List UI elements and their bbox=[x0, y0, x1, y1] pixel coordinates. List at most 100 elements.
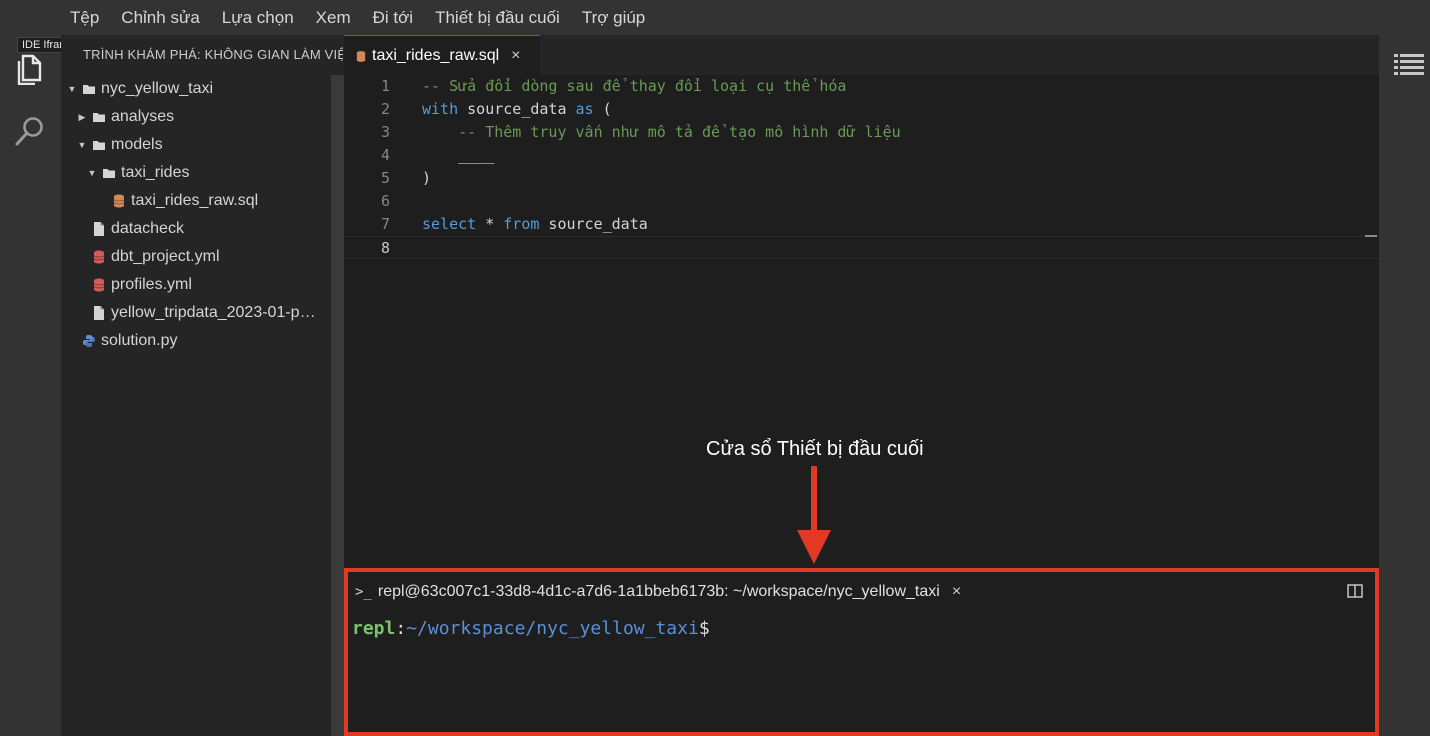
code-comment: -- Sửa đổi dòng sau để thay đổi loại cụ … bbox=[422, 77, 847, 95]
explorer-sidebar: TRÌNH KHÁM PHÁ: KHÔNG GIAN LÀM VIỆC ▼ ny… bbox=[61, 35, 343, 736]
tree-item-label: yellow_tripdata_2023-01-p… bbox=[111, 304, 316, 321]
menu-go[interactable]: Đi tới bbox=[362, 3, 424, 33]
chevron-right-icon: ▶ bbox=[78, 111, 86, 122]
tree-folder-analyses[interactable]: ▶ analyses bbox=[77, 104, 175, 130]
code-line: 4 ____ bbox=[344, 144, 1379, 167]
files-icon[interactable] bbox=[14, 53, 44, 85]
code-text: select * from source_data bbox=[422, 213, 648, 236]
folder-icon bbox=[93, 141, 105, 150]
tree-item-label: taxi_rides bbox=[121, 164, 190, 181]
code-line: 7 select * from source_data bbox=[344, 213, 1379, 236]
menu-bar: Tệp Chỉnh sửa Lựa chọn Xem Đi tới Thiết … bbox=[0, 0, 1430, 35]
right-panel-bar bbox=[1379, 35, 1430, 736]
tree-file-dbt-project-yml[interactable]: dbt_project.yml bbox=[93, 244, 220, 270]
tree-item-label: solution.py bbox=[101, 332, 178, 349]
tree-file-solution-py[interactable]: solution.py bbox=[83, 328, 178, 354]
tree-item-label: dbt_project.yml bbox=[111, 248, 220, 265]
menu-help[interactable]: Trợ giúp bbox=[571, 3, 656, 33]
tree-file-yellow-tripdata[interactable]: yellow_tripdata_2023-01-p… bbox=[93, 300, 316, 326]
tab-close-icon[interactable]: × bbox=[511, 47, 520, 65]
folder-icon bbox=[93, 113, 105, 122]
file-icon bbox=[94, 306, 104, 320]
folder-icon bbox=[103, 169, 115, 178]
code-identifier: source_data bbox=[539, 215, 648, 233]
terminal-tab-title[interactable]: repl@63c007c1-33d8-4d1c-a7d6-1a1bbeb6173… bbox=[378, 583, 940, 601]
activity-bar: IDE Iframe bbox=[0, 35, 80, 736]
terminal-close-icon[interactable]: × bbox=[952, 583, 961, 601]
terminal-tabs: >_ repl@63c007c1-33d8-4d1c-a7d6-1a1bbeb6… bbox=[348, 572, 1375, 612]
prompt-user: repl bbox=[352, 618, 396, 639]
tree-item-label: models bbox=[111, 136, 163, 153]
code-identifier: * bbox=[476, 215, 504, 233]
database-icon bbox=[356, 50, 366, 62]
file-icon bbox=[94, 222, 104, 236]
tree-item-label: datacheck bbox=[111, 220, 184, 237]
code-keyword: as bbox=[575, 100, 594, 118]
code-editor[interactable]: 1 -- Sửa đổi dòng sau để thay đổi loại c… bbox=[344, 75, 1379, 305]
prompt-separator: : bbox=[395, 618, 407, 639]
database-icon bbox=[93, 278, 105, 292]
menu-selection[interactable]: Lựa chọn bbox=[211, 3, 305, 33]
code-line: 6 bbox=[344, 190, 1379, 213]
folder-icon bbox=[83, 85, 95, 94]
tree-folder-nyc-yellow-taxi[interactable]: ▼ nyc_yellow_taxi bbox=[67, 76, 214, 102]
arrow-down-icon bbox=[797, 466, 831, 564]
menu-view[interactable]: Xem bbox=[305, 3, 362, 33]
menu-terminal[interactable]: Thiết bị đầu cuối bbox=[424, 3, 571, 33]
editor-tabs: taxi_rides_raw.sql × bbox=[344, 35, 1379, 76]
search-icon[interactable] bbox=[14, 115, 46, 147]
chevron-down-icon: ▼ bbox=[87, 168, 97, 178]
list-icon[interactable] bbox=[1394, 53, 1424, 77]
code-keyword: from bbox=[503, 215, 540, 233]
menu-edit[interactable]: Chỉnh sửa bbox=[110, 3, 210, 33]
database-icon bbox=[93, 250, 105, 264]
chevron-down-icon: ▼ bbox=[67, 84, 77, 94]
prompt-path: ~/workspace/nyc_yellow_taxi bbox=[406, 618, 699, 639]
code-line: 1 -- Sửa đổi dòng sau để thay đổi loại c… bbox=[344, 75, 1379, 98]
menu-file[interactable]: Tệp bbox=[59, 3, 110, 33]
line-number: 4 bbox=[380, 146, 390, 164]
explorer-title: TRÌNH KHÁM PHÁ: KHÔNG GIAN LÀM VIỆC bbox=[83, 47, 343, 62]
code-line: 3 -- Thêm truy vấn như mô tả để tạo mô h… bbox=[344, 121, 1379, 144]
tree-file-datacheck[interactable]: datacheck bbox=[93, 216, 184, 242]
code-placeholder: ____ bbox=[422, 146, 495, 164]
code-line: 5 ) bbox=[344, 167, 1379, 190]
scrollbar-marker bbox=[1365, 235, 1377, 237]
line-number: 3 bbox=[380, 123, 390, 141]
code-line: 2 with source_data as ( bbox=[344, 98, 1379, 121]
tree-item-label: taxi_rides_raw.sql bbox=[131, 192, 259, 209]
tree-folder-models[interactable]: ▼ models bbox=[77, 132, 163, 158]
tree-file-profiles-yml[interactable]: profiles.yml bbox=[93, 272, 192, 298]
code-keyword: select bbox=[422, 215, 477, 233]
line-number: 6 bbox=[380, 192, 390, 210]
line-number: 5 bbox=[380, 169, 390, 187]
prompt-symbol: $ bbox=[698, 618, 710, 639]
terminal-panel[interactable]: >_ repl@63c007c1-33d8-4d1c-a7d6-1a1bbeb6… bbox=[344, 568, 1379, 736]
tab-taxi-rides-raw-sql[interactable]: taxi_rides_raw.sql × bbox=[344, 35, 540, 76]
terminal-prompt[interactable]: repl:~/workspace/nyc_yellow_taxi$ bbox=[352, 618, 710, 639]
code-punct: ) bbox=[422, 169, 432, 187]
tab-label: taxi_rides_raw.sql bbox=[372, 47, 500, 64]
chevron-down-icon: ▼ bbox=[77, 140, 87, 150]
code-keyword: with bbox=[422, 100, 459, 118]
tree-item-label: nyc_yellow_taxi bbox=[101, 80, 214, 97]
terminal-icon: >_ bbox=[355, 584, 372, 600]
line-number: 7 bbox=[380, 215, 390, 233]
line-number: 1 bbox=[380, 77, 390, 95]
split-terminal-icon[interactable] bbox=[1347, 584, 1363, 598]
tree-item-label: analyses bbox=[111, 108, 175, 125]
code-line-current: 8 bbox=[344, 236, 1379, 259]
tree-item-label: profiles.yml bbox=[111, 276, 192, 293]
tree-folder-taxi-rides[interactable]: ▼ taxi_rides bbox=[87, 160, 190, 186]
tree-file-taxi-rides-raw-sql[interactable]: taxi_rides_raw.sql bbox=[113, 188, 258, 214]
python-icon bbox=[83, 335, 95, 347]
code-text: with source_data as ( bbox=[422, 98, 612, 121]
code-identifier: source_data bbox=[458, 100, 576, 118]
line-number: 2 bbox=[380, 100, 390, 118]
annotation-label: Cửa sổ Thiết bị đầu cuối bbox=[706, 438, 924, 460]
database-icon bbox=[113, 194, 125, 208]
line-number: 8 bbox=[380, 239, 390, 257]
code-comment: -- Thêm truy vấn như mô tả để tạo mô hìn… bbox=[422, 123, 901, 141]
sidebar-scrollbar[interactable] bbox=[331, 75, 344, 736]
code-punct: ( bbox=[593, 100, 612, 118]
